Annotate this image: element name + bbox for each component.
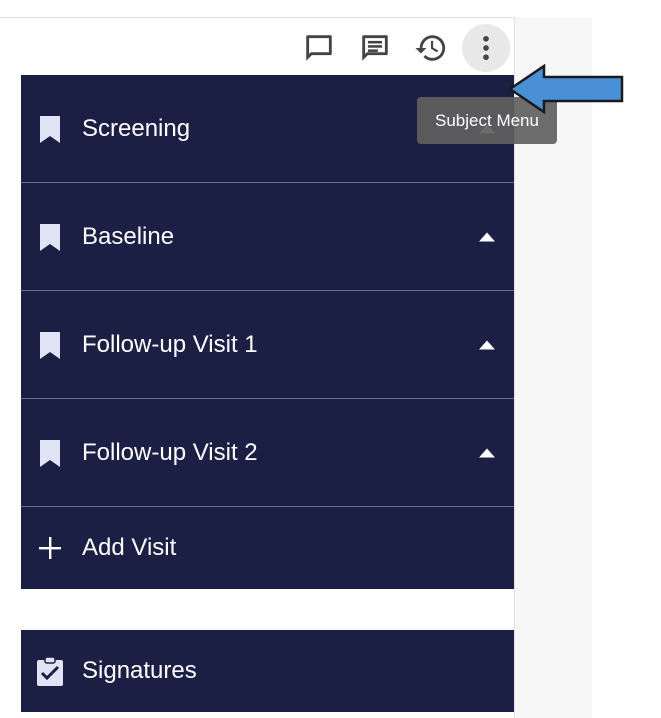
visit-label: Baseline: [82, 222, 175, 250]
clipboard-check-icon: [37, 656, 63, 686]
screen: Screening Baseline Follow-up Visit 1 Fol…: [0, 0, 661, 718]
annotation-arrow: [508, 64, 624, 114]
visit-label: Follow-up Visit 2: [82, 438, 258, 466]
history-button[interactable]: [407, 24, 455, 72]
caret-up-icon[interactable]: [479, 448, 495, 457]
visit-list: Screening Baseline Follow-up Visit 1 Fol…: [21, 75, 514, 589]
visit-item-baseline[interactable]: Baseline: [21, 183, 514, 291]
caret-up-icon[interactable]: [479, 232, 495, 241]
subject-menu-button[interactable]: [462, 24, 510, 72]
visit-label: Follow-up Visit 1: [82, 330, 258, 358]
bookmark-icon: [40, 331, 60, 359]
plus-icon: [39, 537, 61, 559]
signatures-item[interactable]: Signatures: [21, 630, 514, 712]
bookmark-icon: [40, 223, 60, 251]
signatures-label: Signatures: [82, 657, 197, 684]
more-vert-icon: [483, 35, 489, 61]
visit-label: Screening: [82, 114, 191, 142]
visit-item-follow-up-2[interactable]: Follow-up Visit 2: [21, 399, 514, 507]
add-visit-label: Add Visit: [82, 534, 177, 561]
visit-item-follow-up-1[interactable]: Follow-up Visit 1: [21, 291, 514, 399]
notes-icon: [362, 35, 388, 61]
bookmark-icon: [40, 115, 60, 143]
caret-up-icon[interactable]: [479, 340, 495, 349]
comment-icon: [306, 35, 332, 61]
bookmark-icon: [40, 439, 60, 467]
add-visit-button[interactable]: Add Visit: [21, 507, 514, 589]
history-icon: [415, 35, 446, 61]
comment-button[interactable]: [295, 24, 343, 72]
notes-button[interactable]: [351, 24, 399, 72]
toolbar: [0, 18, 515, 74]
